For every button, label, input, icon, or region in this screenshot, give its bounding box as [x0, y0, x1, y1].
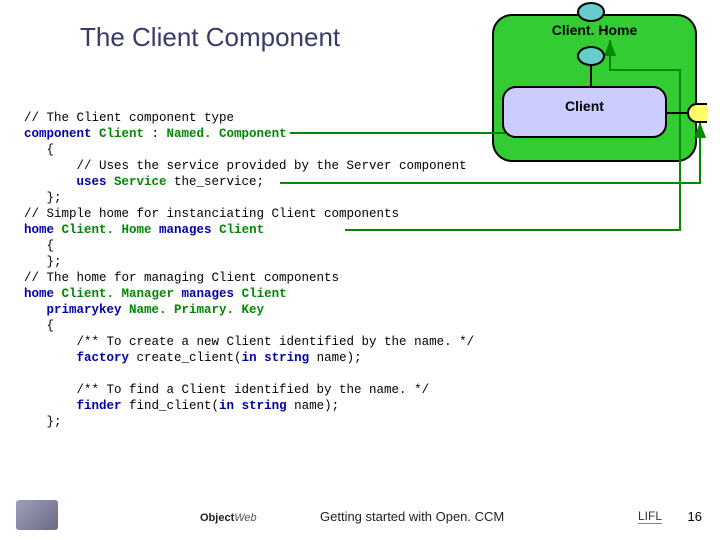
code-kw: in [242, 351, 265, 365]
code-line: // The Client component type [24, 111, 234, 125]
code-kw: uses [77, 175, 115, 189]
code-typ: Service [114, 175, 174, 189]
code-line: // The home for managing Client componen… [24, 271, 339, 285]
code-txt [24, 351, 77, 365]
idl-code: // The Client component type component C… [24, 110, 696, 430]
code-txt [24, 303, 47, 317]
code-line: { [24, 143, 54, 157]
code-typ: Name. Primary. Key [129, 303, 264, 317]
footer-title: Getting started with Open. CCM [320, 509, 504, 524]
code-kw: factory [77, 351, 137, 365]
code-kw: manages [159, 223, 219, 237]
code-txt: name); [294, 399, 339, 413]
code-line: { [24, 319, 54, 333]
code-typ: Client [99, 127, 152, 141]
code-kw: home [24, 223, 62, 237]
org-logo-icon [16, 500, 58, 530]
code-typ: Client [242, 287, 287, 301]
home-label: Client. Home [492, 22, 697, 38]
code-typ: Client [219, 223, 264, 237]
slide-title: The Client Component [80, 22, 340, 53]
code-line: { [24, 239, 54, 253]
lollipop-icon [577, 46, 605, 66]
slide-footer: ObjectWeb Getting started with Open. CCM… [0, 496, 720, 532]
code-kw: home [24, 287, 62, 301]
connector-line [590, 64, 592, 88]
page-number: 16 [688, 509, 702, 524]
lifl-logo: LIFL [638, 509, 662, 524]
objectweb-logo: ObjectWeb [200, 512, 257, 524]
code-line: }; [24, 191, 62, 205]
code-txt: find_client( [129, 399, 219, 413]
client-box: Client [502, 86, 667, 138]
code-kw: manages [182, 287, 242, 301]
code-txt: create_client( [137, 351, 242, 365]
code-line: // Simple home for instanciating Client … [24, 207, 399, 221]
code-kw: primarykey [47, 303, 130, 317]
code-typ: Client. Manager [62, 287, 182, 301]
code-line: }; [24, 255, 62, 269]
code-txt [24, 175, 77, 189]
code-kw: component [24, 127, 99, 141]
code-txt: name); [317, 351, 362, 365]
receptacle-icon [677, 100, 707, 126]
code-kw: string [242, 399, 295, 413]
code-kw: in [219, 399, 242, 413]
client-label: Client [504, 98, 665, 114]
code-txt: : [152, 127, 167, 141]
lollipop-icon [577, 2, 605, 22]
code-txt [24, 399, 77, 413]
code-kw: finder [77, 399, 130, 413]
code-kw: string [264, 351, 317, 365]
code-line: /** To create a new Client identified by… [24, 335, 474, 349]
code-line: /** To find a Client identified by the n… [24, 383, 429, 397]
code-line: // Uses the service provided by the Serv… [24, 159, 467, 173]
code-txt: the_service; [174, 175, 264, 189]
code-typ: Client. Home [62, 223, 160, 237]
code-line: }; [24, 415, 62, 429]
code-typ: Named. Component [167, 127, 287, 141]
